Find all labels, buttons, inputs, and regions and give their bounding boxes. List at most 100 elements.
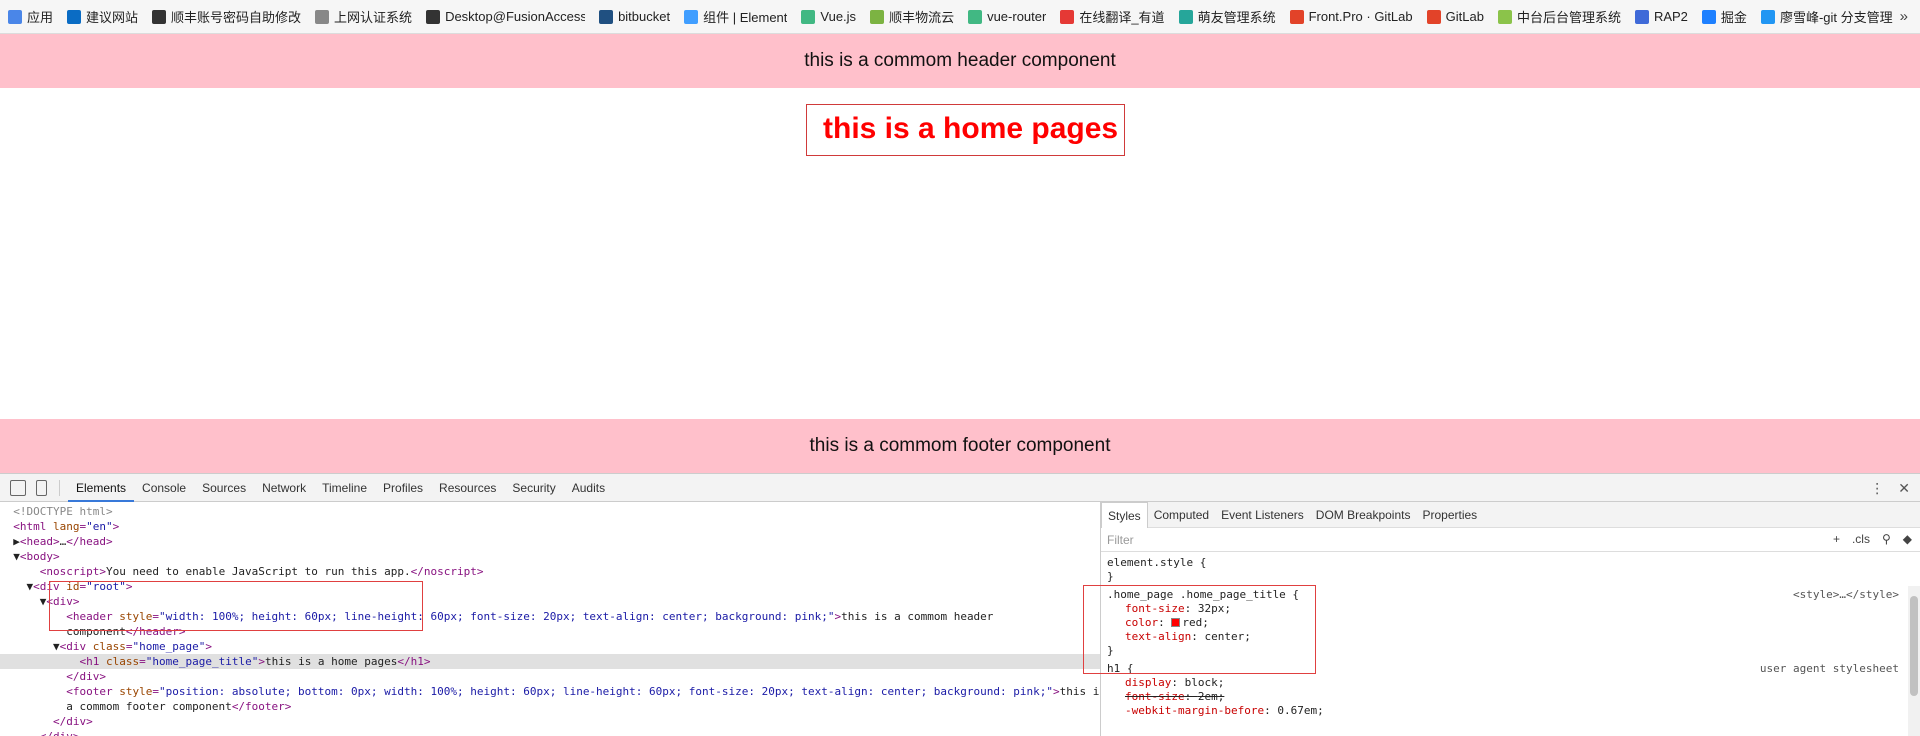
dom-token: this is a commom header [841, 610, 994, 623]
rule1-source-link[interactable]: <style>…</style> [1793, 588, 1899, 602]
styles-scrollbar[interactable] [1908, 586, 1920, 736]
dom-token: "home_page_title" [145, 655, 259, 668]
device-mode-icon[interactable] [36, 479, 47, 496]
bookmark-item[interactable]: 顺丰账号密码自助修改 [152, 7, 301, 26]
page-viewport: this is a commom header component this i… [0, 34, 1920, 473]
dom-node-line[interactable]: ▶<head>…</head> [0, 534, 1100, 549]
bookmarks-more-icon[interactable]: » [1900, 8, 1908, 25]
dom-node-line[interactable]: <!DOCTYPE html> [0, 504, 1100, 519]
css-property[interactable]: font-size: 2em; [1125, 690, 1224, 704]
juejin-icon [1701, 9, 1716, 24]
element-style-close: } [1107, 570, 1114, 583]
gitlab-icon [1289, 9, 1304, 24]
element-style-open: element.style { [1107, 556, 1207, 569]
dom-node-line[interactable]: a commom footer component</footer> [0, 699, 1100, 714]
dom-node-line[interactable]: </div> [0, 669, 1100, 684]
dom-token: a commom footer component [66, 700, 232, 713]
bookmark-item[interactable]: 在线翻译_有道 [1060, 7, 1165, 26]
bookmark-label: Vue.js [820, 9, 857, 24]
tab-elements[interactable]: Elements [68, 474, 135, 502]
tab-security[interactable]: Security [504, 474, 563, 502]
styles-filter[interactable]: Filter + .cls ⚲ ◆ [1101, 528, 1920, 552]
dom-node-line[interactable]: <footer style="position: absolute; botto… [0, 684, 1100, 699]
dom-token: lang [53, 520, 80, 533]
bookmark-item[interactable]: Vue.js [801, 9, 856, 24]
pin-icon[interactable]: ⚲ [1882, 532, 1891, 546]
filter-input[interactable]: Filter [1107, 533, 1134, 547]
devtools-toolbar: Elements Console Sources Network Timeline Pro… [0, 474, 1920, 502]
bookmark-item[interactable]: 萌友管理系统 [1178, 7, 1276, 26]
dom-token: > [112, 520, 120, 533]
palette-icon[interactable]: ◆ [1903, 532, 1912, 546]
bookmark-label: 应用 [27, 10, 54, 25]
dom-token: </div> [52, 715, 93, 728]
bookmarks-bar: 应用 建议网站 顺丰账号密码自助修改 上网认证系统 Desktop@FusionAcce… [0, 0, 1920, 34]
toolbar-divider [59, 479, 60, 496]
css-property-name: display [1125, 676, 1172, 689]
bookmark-item[interactable]: 中台后台管理系统 [1497, 7, 1621, 26]
app-header: this is a commom header component [0, 34, 1920, 88]
dom-node-line[interactable]: <h1 class="home_page_title">this is a ho… [0, 654, 1100, 669]
dom-indent [0, 700, 66, 713]
dom-indent [0, 505, 13, 518]
dom-node-line[interactable]: <noscript>You need to enable JavaScript … [0, 564, 1100, 579]
devtools-tabs: Elements Console Sources Network Timeline Pro… [68, 474, 613, 502]
dom-highlight-box [49, 581, 423, 631]
more-options-icon[interactable]: ⋮ [1870, 480, 1884, 497]
tab-profiles[interactable]: Profiles [375, 474, 431, 502]
bookmark-label: 廖雪峰-git 分支管理 [1779, 10, 1893, 25]
inspect-element-icon[interactable] [10, 479, 26, 496]
dom-node-line[interactable]: <html lang="en"> [0, 519, 1100, 534]
bookmark-item[interactable]: 掘金 [1701, 7, 1747, 26]
css-property[interactable]: -webkit-margin-before: 0.67em; [1125, 704, 1324, 718]
bookmark-label: GitLab [1445, 9, 1484, 24]
dom-token: </head> [66, 535, 113, 548]
gitlab-icon [1426, 9, 1441, 24]
css-property[interactable]: display: block; [1125, 676, 1224, 690]
dom-node-line[interactable]: </div> [0, 714, 1100, 729]
bookmark-item[interactable]: 顺丰物流云 [870, 7, 954, 26]
styles-tab-properties[interactable]: Properties [1416, 502, 1483, 528]
bookmark-item[interactable]: 上网认证系统 [315, 7, 412, 26]
tab-resources[interactable]: Resources [431, 474, 504, 502]
bookmark-item[interactable]: Front.Pro · GitLab [1289, 9, 1413, 24]
tab-console[interactable]: Console [134, 474, 194, 502]
bitbucket-icon [599, 9, 614, 24]
bookmark-item[interactable]: 廖雪峰-git 分支管理 [1760, 7, 1893, 26]
styles-tab-computed[interactable]: Computed [1148, 502, 1215, 528]
bookmark-item[interactable]: Desktop@FusionAccess [426, 9, 585, 24]
bookmark-item[interactable]: 应用 [8, 7, 53, 26]
bookmark-item[interactable]: vue-router [968, 9, 1046, 24]
dom-node-line[interactable]: ▼<body> [0, 549, 1100, 564]
element-icon [684, 9, 699, 24]
filter-tools: + .cls ⚲ ◆ [1833, 532, 1912, 546]
dom-indent [0, 730, 40, 736]
bookmark-item[interactable]: GitLab [1426, 9, 1484, 24]
bookmark-label: 顺丰物流云 [889, 10, 955, 25]
close-icon[interactable]: ✕ [1898, 480, 1910, 497]
bookmark-item[interactable]: bitbucket [599, 9, 670, 24]
dom-token: class [92, 640, 126, 653]
cls-button[interactable]: .cls [1852, 532, 1870, 546]
cloud-icon [870, 9, 885, 24]
mengyou-icon [1178, 9, 1193, 24]
styles-tab-event-listeners[interactable]: Event Listeners [1215, 502, 1310, 528]
rule2-source: user agent stylesheet [1759, 662, 1899, 675]
styles-tab-styles[interactable]: Styles [1101, 501, 1148, 528]
bing-icon [67, 9, 82, 24]
dom-token: <noscript> [39, 565, 106, 578]
dom-indent [0, 715, 53, 728]
bookmark-item[interactable]: RAP2 [1634, 9, 1688, 24]
dom-token: <footer [66, 685, 120, 698]
tab-audits[interactable]: Audits [564, 474, 613, 502]
bookmark-item[interactable]: 组件 | Element [684, 7, 787, 26]
bookmark-item[interactable]: 建议网站 [67, 7, 138, 26]
add-rule-icon[interactable]: + [1833, 532, 1840, 546]
tab-network[interactable]: Network [254, 474, 314, 502]
tab-sources[interactable]: Sources [194, 474, 254, 502]
styles-tab-dom-breakpoints[interactable]: DOM Breakpoints [1310, 502, 1417, 528]
tab-timeline[interactable]: Timeline [314, 474, 375, 502]
bookmark-label: 顺丰账号密码自助修改 [171, 10, 302, 25]
dom-token: </div> [40, 730, 80, 736]
dom-node-line[interactable]: ▼<div class="home_page"> [0, 639, 1100, 654]
